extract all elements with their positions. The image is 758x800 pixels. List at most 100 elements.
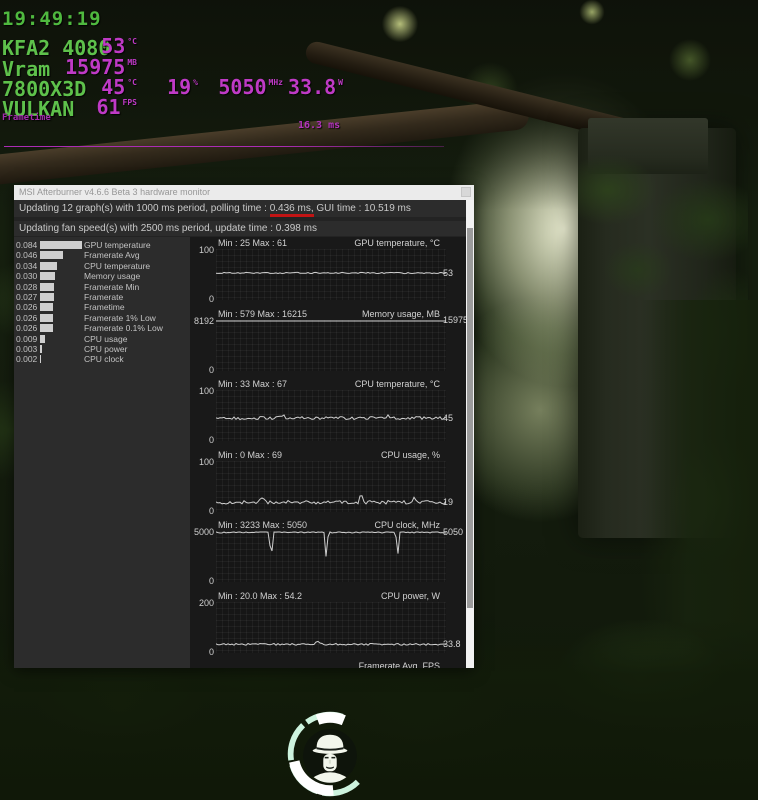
profiler-item[interactable]: 0.034 CPU temperature [14, 261, 190, 271]
profiler-item[interactable]: 0.003 CPU power [14, 344, 190, 354]
osd-row: VULKAN 61 FPS [0, 97, 470, 121]
profiler-item-label: Framerate Avg [84, 250, 140, 261]
profiler-item[interactable]: 0.026 Framerate 0.1% Low [14, 323, 190, 333]
graph-ymin-label: 0 [208, 435, 214, 445]
profiler-item-bar [40, 261, 57, 270]
profiler-item-label: Framerate 0.1% Low [84, 323, 163, 334]
profiler-item-time: 0.026 [16, 312, 38, 323]
graph-plot [216, 460, 446, 512]
osd-row: 7800X3D 45 °C 19% 5050 MHz 33.8 W [0, 75, 470, 101]
graph-line [216, 640, 446, 646]
screen: { "osd": { "time": "19:49:19", "rows": [… [0, 0, 758, 800]
monitor-main-area: 0.084 GPU temperature 0.046 Framerate Avg 0.… [14, 237, 474, 668]
profiler-item-bar [40, 303, 53, 312]
vertical-scrollbar[interactable] [466, 200, 474, 668]
profiler-item-bar [40, 355, 41, 364]
graph-plot [216, 531, 446, 582]
graph-panel[interactable]: Min : 3233 Max : 5050 CPU clock, MHz 5000 0… [190, 519, 466, 589]
graph-ymax-label: 100 [198, 386, 214, 396]
graph-minmax: Min : 20.0 Max : 54.2 [218, 590, 303, 601]
graph-title: GPU temperature, °C [354, 238, 440, 248]
profiler-item-label: CPU temperature [84, 260, 151, 271]
osd-value: 53 °C [101, 34, 137, 58]
graph-panel[interactable]: Min : 0 Max : 69 CPU usage, % 100 0 19 [190, 449, 466, 519]
profiler-item[interactable]: 0.028 Framerate Min [14, 282, 190, 292]
polling-time-underlined: 0.436 ms, [269, 203, 314, 217]
profiler-item-label: CPU clock [84, 354, 124, 365]
polling-status-line: Updating 12 graph(s) with 1000 ms period… [14, 200, 474, 217]
profiler-item-time: 0.046 [16, 250, 38, 261]
profiler-item-bar [40, 293, 54, 301]
graph-title: CPU temperature, °C [354, 379, 440, 389]
profiler-item[interactable]: 0.009 CPU usage [14, 334, 190, 344]
profiler-item[interactable]: 0.026 Framerate 1% Low [14, 313, 190, 323]
osd-frametime-value: 16.3 ms [298, 120, 341, 131]
graph-minmax: Min : 579 Max : 16215 [218, 308, 308, 319]
right-foliage [640, 300, 758, 800]
profiler-item-time: 0.009 [16, 333, 38, 344]
profiler-item-label: CPU power [84, 344, 128, 354]
profiler-item[interactable]: 0.027 Framerate [14, 292, 190, 302]
osd-value: 45 °C [101, 75, 137, 99]
graph-minmax: Min : 25 Max : 61 [218, 238, 288, 248]
profiler-item-label: Memory usage [84, 271, 141, 282]
graph-plot [216, 319, 446, 371]
stone-pillar-ruin [578, 128, 736, 538]
graph-panel[interactable]: Framerate Avg, FPS2000 [190, 660, 466, 668]
profiler-item[interactable]: 0.026 Frametime [14, 302, 190, 312]
profiler-item-time: 0.028 [16, 281, 38, 292]
window-title: MSI Afterburner v4.6.6 Beta 3 hardware m… [19, 187, 211, 197]
status1-pre: Updating 12 graph(s) with 1000 ms period… [19, 203, 270, 214]
status1-post: GUI time : 10.519 ms [313, 203, 411, 214]
osd-clock: 19:49:19 [2, 8, 102, 30]
graph-current-value: 5050 [443, 527, 464, 538]
scrollbar-thumb[interactable] [467, 228, 473, 608]
graph-current-value: 53 [443, 267, 454, 278]
graph-panel[interactable]: Min : 33 Max : 67 CPU temperature, °C 100 0… [190, 378, 466, 448]
pillar-ivy [578, 150, 748, 450]
osd-value: 33.8 W [288, 75, 343, 99]
profiler-item[interactable]: 0.046 Framerate Avg [14, 250, 190, 260]
profiler-item[interactable]: 0.030 Memory usage [14, 271, 190, 281]
graph-ymin-label: 0 [208, 294, 214, 304]
fan-status-line: Updating fan speed(s) with 2500 ms perio… [14, 221, 474, 236]
graph-line [216, 531, 446, 557]
graph-panel[interactable]: Min : 20.0 Max : 54.2 CPU power, W 200 0 33.… [190, 590, 466, 660]
profiler-item-bar [40, 282, 54, 291]
graph-panels: Min : 25 Max : 61 GPU temperature, °C 100 0… [190, 237, 466, 668]
profiler-item-bar [40, 324, 53, 333]
osd-value: 5050 MHz [218, 75, 283, 99]
profiler-item-label: CPU usage [84, 333, 128, 344]
profiler-item-time: 0.030 [16, 271, 38, 282]
profiler-item[interactable]: 0.002 CPU clock [14, 354, 190, 364]
stone-pillar-capital [588, 118, 708, 174]
graph-plot [216, 249, 446, 300]
profiler-item-label: Framerate Min [84, 281, 140, 292]
graph-current-value: 45 [443, 413, 454, 424]
close-button[interactable] [461, 187, 471, 197]
graph-ymax-label: 100 [198, 245, 214, 255]
profiler-item-label: Framerate [84, 292, 124, 302]
graph-ymin-label: 0 [208, 576, 214, 586]
profiler-item-bar [40, 241, 82, 249]
graph-ymax-label: 200 [198, 597, 214, 608]
graph-minmax: Min : 33 Max : 67 [218, 379, 288, 389]
profiler-item-bar [40, 272, 55, 281]
graph-panel[interactable]: Min : 579 Max : 16215 Memory usage, MB 819… [190, 308, 466, 378]
profiler-item-bar [40, 251, 63, 260]
graph-current-value: 19 [443, 496, 454, 507]
profiler-item-bar [40, 334, 45, 343]
graph-title: Framerate Avg, FPS [358, 661, 440, 668]
graph-ymax-label: 5000 [193, 527, 214, 537]
graph-minmax: Min : 0 Max : 69 [218, 449, 283, 460]
graph-panel[interactable]: Min : 25 Max : 61 GPU temperature, °C 100 0… [190, 237, 466, 307]
profiler-item[interactable]: 0.084 GPU temperature [14, 240, 190, 250]
window-titlebar[interactable]: MSI Afterburner v4.6.6 Beta 3 hardware m… [14, 185, 474, 200]
profiler-item-label: GPU temperature [84, 240, 151, 250]
profiler-item-time: 0.002 [16, 354, 38, 365]
profiler-item-label: Framerate 1% Low [84, 312, 156, 323]
profiler-item-bar [40, 345, 42, 353]
graph-ymax-label: 100 [198, 456, 214, 467]
graph-line [216, 494, 446, 505]
profiler-item-time: 0.026 [16, 323, 38, 334]
